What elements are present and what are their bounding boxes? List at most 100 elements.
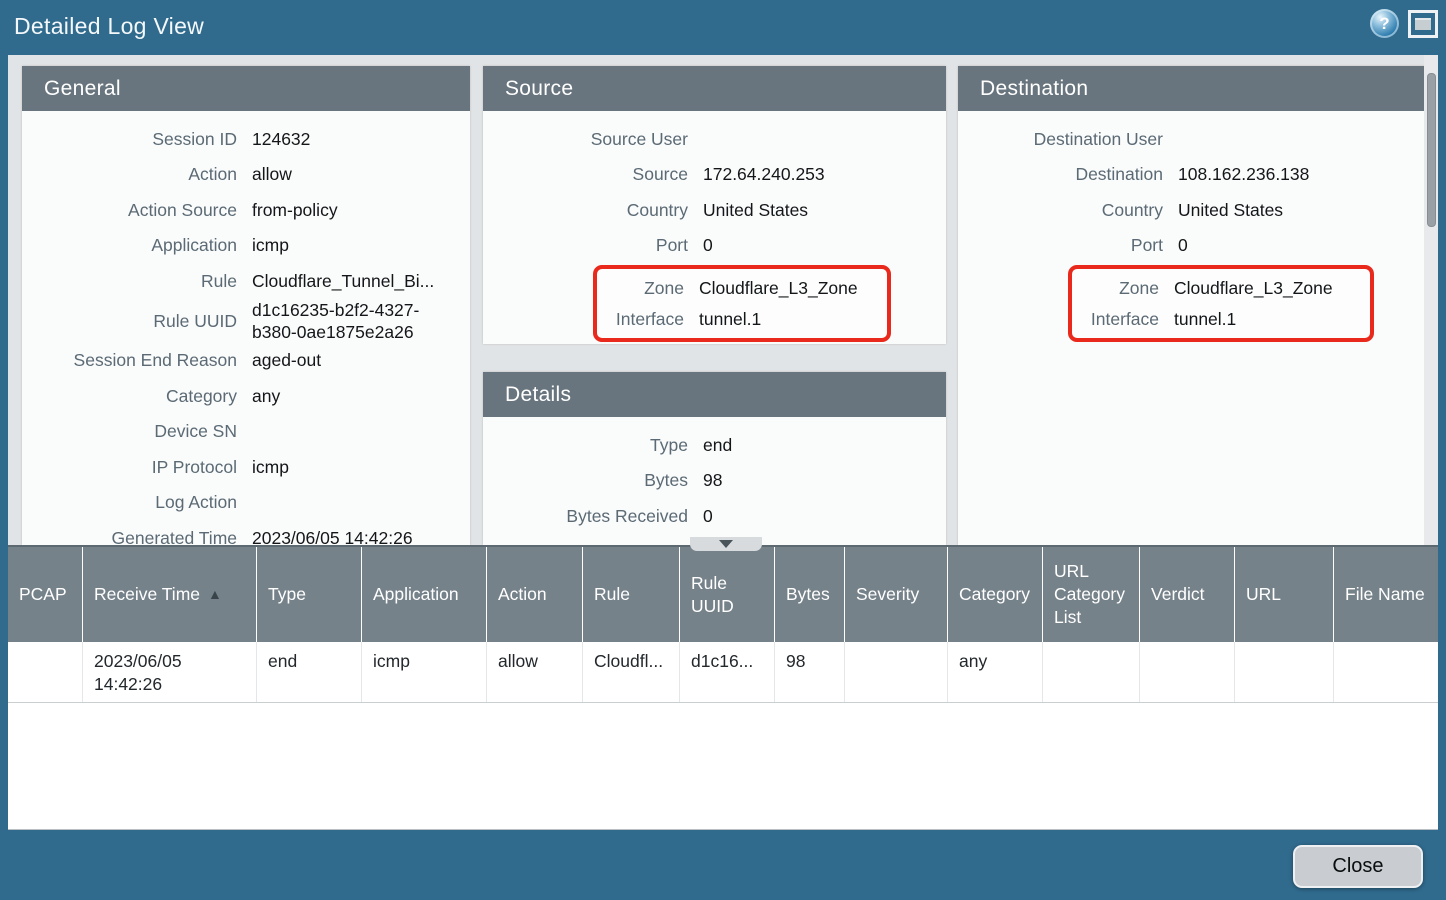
destination-panel: Destination Destination User Destination… [958,66,1425,545]
field-row-action: Actionallow [22,157,470,193]
cell-url [1235,642,1334,702]
column-label: Type [268,583,306,606]
field-value: Cloudflare_Tunnel_Bi... [252,270,434,292]
field-row-destination-user: Destination User [958,121,1425,157]
collapse-arrow-icon [719,540,733,548]
field-label: IP Protocol [22,456,237,478]
field-label: Session End Reason [22,349,237,371]
column-label: URL [1246,583,1281,606]
field-value: tunnel.1 [699,308,761,330]
field-value: allow [252,163,292,185]
field-label: Type [483,434,688,456]
field-row-ip-protocol: IP Protocolicmp [22,449,470,485]
column-header-category[interactable]: Category [948,547,1043,642]
cell-application: icmp [362,642,487,702]
field-label: Source [483,163,688,185]
column-label: Receive Time [94,583,200,606]
field-row-bytes-received: Bytes Received0 [483,498,946,534]
help-glyph: ? [1379,14,1389,34]
field-value: 108.162.236.138 [1178,163,1309,185]
field-label: Rule [22,270,237,292]
column-header-application[interactable]: Application [362,547,487,642]
help-icon[interactable]: ? [1370,9,1399,38]
column-header-url[interactable]: URL [1235,547,1334,642]
field-row-rule: Rule Cloudflare_Tunnel_Bi... [22,263,470,299]
field-label: Country [958,199,1163,221]
field-label: Zone [597,277,684,299]
column-header-action[interactable]: Action [487,547,583,642]
field-label: Zone [1072,277,1159,299]
field-row-action-source: Action Source from-policy [22,192,470,228]
field-value: 124632 [252,128,310,150]
cell-verdict [1140,642,1235,702]
splitter-handle[interactable] [690,537,762,551]
field-row-destination: Destination 108.162.236.138 [958,157,1425,193]
column-header-type[interactable]: Type [257,547,362,642]
field-label: Port [483,234,688,256]
field-label: Country [483,199,688,221]
field-label: Device SN [22,420,237,442]
column-header-rule[interactable]: Rule [583,547,680,642]
field-label: Bytes [483,469,688,491]
field-label: Rule UUID [22,310,237,332]
field-row-session-id: Session ID 124632 [22,121,470,157]
column-label: Rule UUID [691,572,774,618]
column-label: PCAP [19,583,67,606]
column-header-pcap[interactable]: PCAP [8,547,83,642]
destination-fields: Destination User Destination 108.162.236.… [958,111,1425,342]
destination-zone-interface-highlight: ZoneCloudflare_L3_Zone Interfacetunnel.1 [1068,265,1374,342]
field-label: Action Source [22,199,237,221]
dialog-titlebar: Detailed Log View ? [0,0,1446,55]
cell-severity [845,642,948,702]
field-label: Session ID [22,128,237,150]
field-value: end [703,434,732,456]
column-header-verdict[interactable]: Verdict [1140,547,1235,642]
source-fields: Source User Source172.64.240.253 Country… [483,111,946,342]
vertical-scrollbar [1424,55,1438,545]
cell-receive-time: 2023/06/05 14:42:26 [83,642,257,702]
column-header-bytes[interactable]: Bytes [775,547,845,642]
field-value: United States [703,199,808,221]
field-row-destination-zone: ZoneCloudflare_L3_Zone [1072,272,1370,303]
field-row-type: Typeend [483,427,946,463]
maximize-icon-inner [1415,18,1431,30]
column-label: Rule [594,583,630,606]
field-row-source: Source172.64.240.253 [483,157,946,193]
source-panel: Source Source User Source172.64.240.253 … [483,66,946,344]
field-row-source-port: Port 0 [483,228,946,264]
general-fields: Session ID 124632 Actionallow Action Sour… [22,111,470,545]
general-panel-header: General [22,66,470,111]
field-row-log-action: Log Action [22,485,470,521]
maximize-icon[interactable] [1408,10,1438,38]
field-value: icmp [252,234,289,256]
log-table-row[interactable]: 2023/06/05 14:42:26 end icmp allow Cloud… [8,642,1438,703]
field-row-destination-country: CountryUnited States [958,192,1425,228]
field-label: Destination [958,163,1163,185]
column-header-severity[interactable]: Severity [845,547,948,642]
field-value: from-policy [252,199,338,221]
field-label: Category [22,385,237,407]
field-value: 0 [703,234,713,256]
close-button[interactable]: Close [1293,845,1423,888]
cell-type: end [257,642,362,702]
field-value: any [252,385,280,407]
field-label: Destination User [958,128,1163,150]
field-value: Cloudflare_L3_Zone [699,277,858,299]
dialog-title: Detailed Log View [14,13,204,40]
column-label: Severity [856,583,919,606]
field-label: Log Action [22,491,237,513]
log-table-header: PCAP Receive Time▲ Type Application Acti… [8,545,1438,642]
details-fields: Typeend Bytes98 Bytes Received0 [483,417,946,534]
log-table-empty-area [8,703,1438,830]
field-value: 0 [703,505,713,527]
field-label: Port [958,234,1163,256]
column-header-receive-time[interactable]: Receive Time▲ [83,547,257,642]
field-row-bytes: Bytes98 [483,463,946,499]
field-row-application: Applicationicmp [22,228,470,264]
scrollbar-thumb[interactable] [1427,73,1436,227]
column-header-rule-uuid[interactable]: Rule UUID [680,547,775,642]
field-label: Interface [597,308,684,330]
column-header-url-category-list[interactable]: URL Category List [1043,547,1140,642]
column-header-file-name[interactable]: File Name [1334,547,1438,642]
column-label: Category [959,583,1030,606]
